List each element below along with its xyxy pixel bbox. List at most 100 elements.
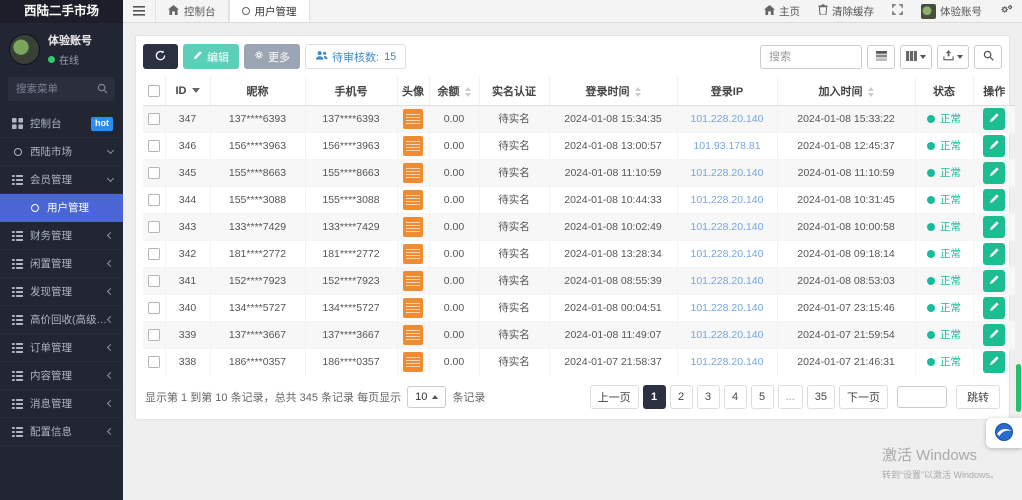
home-link[interactable]: 主页 xyxy=(755,0,809,22)
sidebar-item-content-management[interactable]: 内容管理 xyxy=(0,362,123,390)
scrollbar-thumb[interactable] xyxy=(1016,364,1021,412)
login-ip-link[interactable]: 101.228.20.140 xyxy=(691,275,764,287)
edit-row-button[interactable] xyxy=(983,350,1006,373)
refresh-button[interactable] xyxy=(143,44,178,69)
table-row: 346 156****3963 156****3963 0.00 待实名 2024-01-… xyxy=(143,131,1015,159)
tab-user-management[interactable]: 用户管理 xyxy=(228,0,310,22)
user-avatar-thumbnail[interactable] xyxy=(403,108,423,129)
row-checkbox[interactable] xyxy=(147,166,160,179)
sidebar-item-message-management[interactable]: 消息管理 xyxy=(0,390,123,418)
pending-review-button[interactable]: 待审核数: 15 xyxy=(305,44,407,69)
login-ip-link[interactable]: 101.93.178.81 xyxy=(693,140,760,152)
sidebar-user-box[interactable]: 体验账号 在线 xyxy=(0,23,123,74)
page-button-active[interactable]: 1 xyxy=(642,385,666,409)
list-icon xyxy=(10,314,25,325)
login-ip-link[interactable]: 101.228.20.140 xyxy=(691,194,764,206)
row-checkbox[interactable] xyxy=(147,193,160,206)
row-checkbox[interactable] xyxy=(147,139,160,152)
login-ip-link[interactable]: 101.228.20.140 xyxy=(691,302,764,314)
pagination: 上一页 1 2 3 4 5... 35 下一页 跳转 xyxy=(589,385,1000,409)
table-search-input[interactable] xyxy=(760,44,862,69)
page-size-select[interactable]: 10 xyxy=(407,386,447,408)
column-header-login_time[interactable]: 登录时间 xyxy=(549,77,678,106)
search-submit-button[interactable] xyxy=(974,44,1002,69)
sidebar-item-member-management[interactable]: 会员管理 xyxy=(0,166,123,194)
sidebar-item-idle-management[interactable]: 闲置管理 xyxy=(0,250,123,278)
page-button[interactable]: 2 xyxy=(669,385,693,409)
user-avatar-thumbnail[interactable] xyxy=(403,324,423,345)
edit-row-button[interactable] xyxy=(983,269,1006,292)
sidebar-item-market[interactable]: 西陆市场 xyxy=(0,138,123,166)
list-icon xyxy=(10,398,25,409)
select-all-checkbox[interactable] xyxy=(147,84,160,97)
edit-row-button[interactable] xyxy=(983,215,1006,238)
edit-row-button[interactable] xyxy=(983,134,1006,157)
sidebar-item-recycle-premium[interactable]: 高价回收(高级版) xyxy=(0,306,123,334)
login-ip-link[interactable]: 101.228.20.140 xyxy=(691,329,764,341)
columns-button[interactable] xyxy=(900,44,932,69)
page-button[interactable]: 35 xyxy=(806,385,835,409)
sidebar-item-console[interactable]: 控制台 hot xyxy=(0,110,123,138)
page-button[interactable]: 3 xyxy=(696,385,720,409)
login-ip-link[interactable]: 101.228.20.140 xyxy=(691,248,764,260)
column-header-id[interactable]: ID xyxy=(165,77,211,106)
row-checkbox[interactable] xyxy=(147,355,160,368)
row-checkbox[interactable] xyxy=(147,220,160,233)
edit-row-button[interactable] xyxy=(983,107,1006,130)
action-cell xyxy=(973,185,1015,213)
user-avatar-thumbnail[interactable] xyxy=(403,162,423,183)
edit-row-button[interactable] xyxy=(983,242,1006,265)
row-checkbox[interactable] xyxy=(147,274,160,287)
login-ip-link[interactable]: 101.228.20.140 xyxy=(691,113,764,125)
edit-row-button[interactable] xyxy=(983,323,1006,346)
hamburger-icon[interactable] xyxy=(123,0,155,22)
login-ip-link[interactable]: 101.228.20.140 xyxy=(691,167,764,179)
login-time-cell: 2024-01-08 13:28:34 xyxy=(549,239,678,267)
login-ip-cell: 101.228.20.140 xyxy=(677,158,778,186)
page-button[interactable]: 5 xyxy=(750,385,774,409)
user-avatar-thumbnail[interactable] xyxy=(403,216,423,237)
account-menu[interactable]: 体验账号 xyxy=(912,0,991,22)
browser-float-button[interactable] xyxy=(986,418,1022,448)
sidebar-item-label: 配置信息 xyxy=(30,426,72,438)
row-checkbox[interactable] xyxy=(147,301,160,314)
jump-page-input[interactable] xyxy=(897,386,947,408)
submenu: 用户管理 xyxy=(0,194,123,222)
sidebar-item-discover-management[interactable]: 发现管理 xyxy=(0,278,123,306)
user-avatar-thumbnail[interactable] xyxy=(403,189,423,210)
sidebar-item-finance-management[interactable]: 财务管理 xyxy=(0,222,123,250)
page-button[interactable]: 下一页 xyxy=(839,385,888,409)
login-ip-cell: 101.228.20.140 xyxy=(677,239,778,267)
avatar-cell xyxy=(397,320,430,348)
export-button[interactable] xyxy=(937,44,969,69)
user-avatar-thumbnail[interactable] xyxy=(403,351,423,372)
sidebar-item-order-management[interactable]: 订单管理 xyxy=(0,334,123,362)
login-ip-link[interactable]: 101.228.20.140 xyxy=(691,221,764,233)
clear-cache-button[interactable]: 清除缓存 xyxy=(809,0,883,22)
more-button[interactable]: 更多 xyxy=(244,44,300,69)
edit-row-button[interactable] xyxy=(983,296,1006,319)
row-checkbox[interactable] xyxy=(147,328,160,341)
user-avatar-thumbnail[interactable] xyxy=(403,243,423,264)
row-checkbox[interactable] xyxy=(147,112,160,125)
toggle-view-button[interactable] xyxy=(867,44,895,69)
tab-console[interactable]: 控制台 xyxy=(155,0,229,22)
sidebar-item-config-info[interactable]: 配置信息 xyxy=(0,418,123,446)
edit-button[interactable]: 编辑 xyxy=(183,44,239,69)
settings-button[interactable] xyxy=(991,0,1022,22)
edit-row-button[interactable] xyxy=(983,188,1006,211)
column-header-balance[interactable]: 余额 xyxy=(429,77,480,106)
sidebar-item-user-management[interactable]: 用户管理 xyxy=(0,194,123,222)
user-avatar-thumbnail[interactable] xyxy=(403,135,423,156)
user-avatar-thumbnail[interactable] xyxy=(403,297,423,318)
row-checkbox[interactable] xyxy=(147,247,160,260)
page-button[interactable]: 上一页 xyxy=(589,385,639,409)
page-button[interactable]: 4 xyxy=(723,385,747,409)
jump-button[interactable]: 跳转 xyxy=(956,385,1000,409)
fullscreen-button[interactable] xyxy=(883,0,912,22)
login-ip-link[interactable]: 101.228.20.140 xyxy=(691,356,764,368)
column-header-join_time[interactable]: 加入时间 xyxy=(777,77,916,106)
user-avatar-thumbnail[interactable] xyxy=(403,270,423,291)
edit-row-button[interactable] xyxy=(983,161,1006,184)
avatar-cell xyxy=(397,212,430,240)
